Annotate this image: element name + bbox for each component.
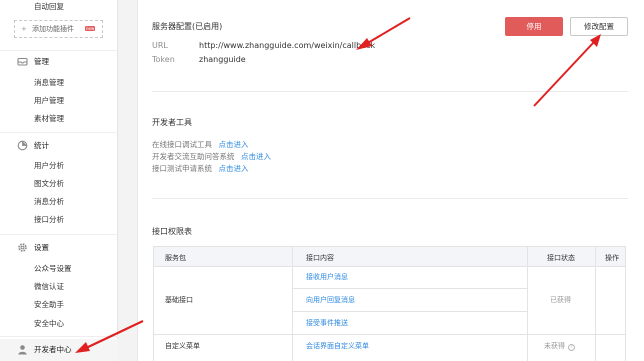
arrow-to-url xyxy=(356,17,411,50)
arrow-to-modify-button xyxy=(533,34,601,107)
arrow-to-developer-center xyxy=(75,320,144,353)
annotation-arrows xyxy=(75,17,601,353)
